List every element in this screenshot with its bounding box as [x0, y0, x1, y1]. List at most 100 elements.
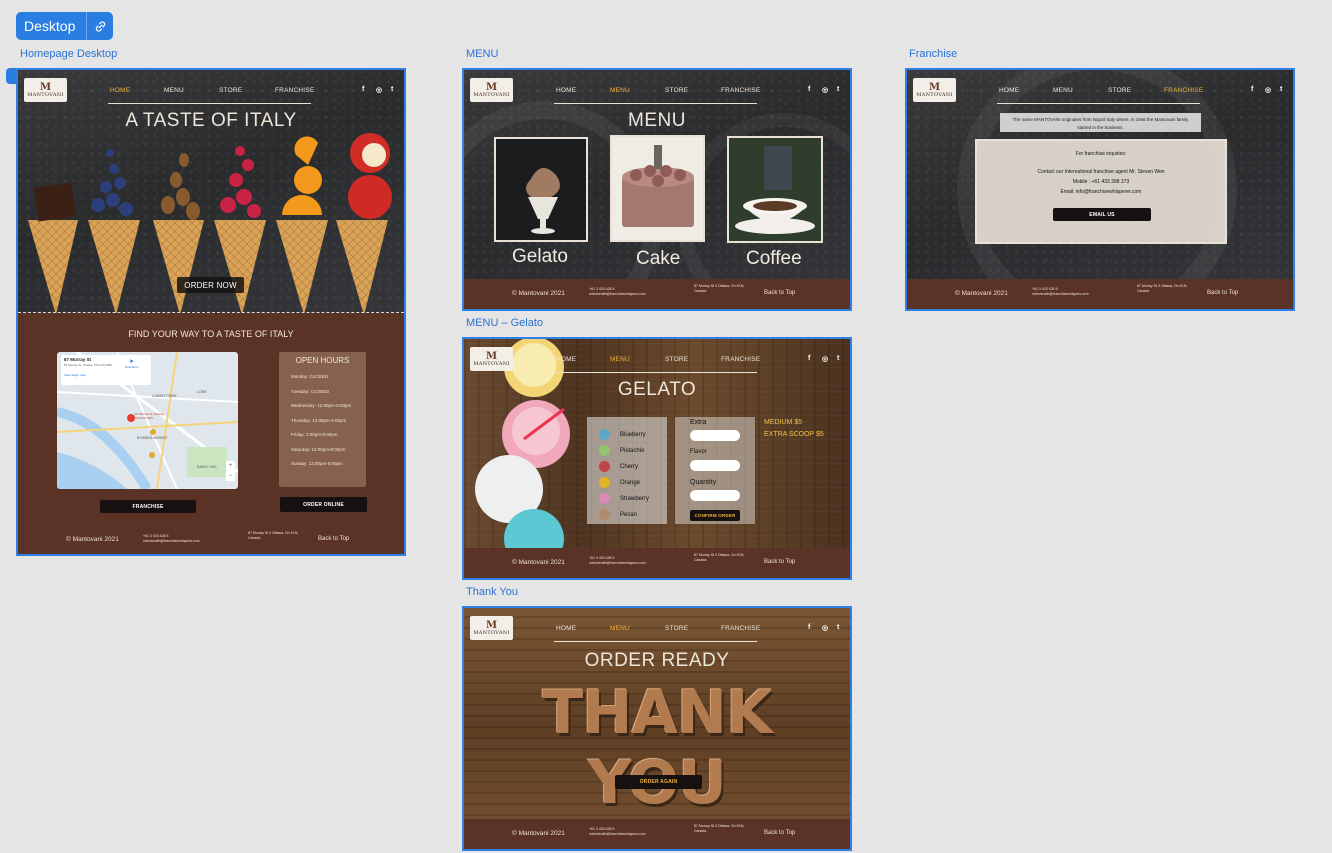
zoom-in-icon[interactable]: +: [229, 463, 233, 469]
frame-thankyou[interactable]: M MANTOVANI HOME MENU STORE FRANCHISE f ◎…: [462, 606, 852, 851]
franchise-contact-card: For franchise inquiries: Contact our Int…: [975, 139, 1227, 244]
quantity-input[interactable]: [690, 490, 740, 501]
footer-copyright: © Mantovani 2021: [66, 536, 119, 543]
site-logo[interactable]: M MANTOVANI: [470, 78, 513, 102]
facebook-icon[interactable]: f: [362, 86, 364, 93]
nav-store[interactable]: STORE: [219, 87, 242, 94]
google-map[interactable]: 87 Murray St 87 Murray St, Ottawa, ON K1…: [57, 352, 238, 489]
frame-label-menu[interactable]: MENU: [466, 48, 498, 60]
back-to-top-link[interactable]: Back to Top: [764, 559, 795, 565]
site-logo[interactable]: M MANTOVANI: [913, 78, 956, 102]
order-now-button[interactable]: ORDER NOW: [177, 277, 244, 293]
flavor-option[interactable]: Orange: [599, 477, 640, 488]
frame-homepage[interactable]: M MANTOVANI HOME MENU STORE FRANCHISE f ◎…: [16, 68, 406, 556]
twitter-icon[interactable]: t: [837, 86, 839, 93]
nav-home[interactable]: HOME: [999, 87, 1019, 94]
frame-label-franchise[interactable]: Franchise: [909, 48, 957, 60]
nav-store[interactable]: STORE: [665, 87, 688, 94]
flavor-option[interactable]: Strawberry: [599, 493, 649, 504]
flavor-option[interactable]: Pecan: [599, 509, 637, 520]
nav-home[interactable]: HOME: [556, 625, 576, 632]
coffee-card[interactable]: [727, 136, 823, 243]
instagram-icon[interactable]: ◎: [822, 624, 828, 632]
nav-home[interactable]: HOME: [556, 87, 576, 94]
frame-franchise[interactable]: M MANTOVANI HOME MENU STORE FRANCHISE f ◎…: [905, 68, 1295, 311]
back-to-top-link[interactable]: Back to Top: [764, 830, 795, 836]
facebook-icon[interactable]: f: [1251, 86, 1253, 93]
franchise-inquiries: For franchise inquiries:: [1075, 151, 1127, 157]
twitter-icon[interactable]: t: [391, 86, 393, 93]
twitter-icon[interactable]: t: [837, 624, 839, 631]
cake-image: [622, 145, 694, 227]
menu-item-gelato[interactable]: Gelato: [512, 246, 568, 268]
nav-store[interactable]: STORE: [665, 356, 688, 363]
hours-row: Wednesday: 12:00pm-6:00pm: [291, 403, 352, 408]
order-online-button[interactable]: ORDER ONLINE: [280, 497, 367, 512]
footer-address: 87 Murray St 3 Ottawa, On K1N, Canada: [248, 531, 299, 540]
flavor-input[interactable]: [690, 460, 740, 471]
email-us-button[interactable]: EMAIL US: [1053, 208, 1151, 221]
zoom-out-icon[interactable]: −: [229, 473, 233, 479]
flavor-option[interactable]: Blueberry: [599, 429, 646, 440]
nav-store[interactable]: STORE: [1108, 87, 1131, 94]
back-to-top-link[interactable]: Back to Top: [764, 290, 795, 296]
gelato-card[interactable]: [494, 137, 588, 242]
nav-home[interactable]: HOME: [556, 356, 576, 363]
nav-menu[interactable]: MENU: [610, 356, 630, 363]
flavor-option[interactable]: Cherry: [599, 461, 638, 472]
link-icon[interactable]: [87, 12, 113, 40]
frame-label-thankyou[interactable]: Thank You: [466, 586, 518, 598]
selection-handle[interactable]: [6, 68, 16, 84]
menu-item-cake[interactable]: Cake: [636, 248, 680, 270]
nav-franchise[interactable]: FRANCHISE: [721, 356, 760, 363]
twitter-icon[interactable]: t: [837, 355, 839, 362]
map-directions[interactable]: ➤ Directions: [125, 358, 138, 369]
site-logo[interactable]: M MANTOVANI: [470, 616, 513, 640]
map-zoom-controls[interactable]: + −: [226, 461, 235, 481]
hours-list: Monday: CLOSED Tuesday: CLOSED Wednesday: …: [291, 374, 351, 476]
device-badge[interactable]: Desktop: [16, 12, 113, 40]
facebook-icon[interactable]: f: [808, 624, 810, 631]
back-to-top-link[interactable]: Back to Top: [318, 536, 349, 542]
nav-menu[interactable]: MENU: [1053, 87, 1073, 94]
flavor-option[interactable]: Pistachio: [599, 445, 644, 456]
logo-mark: M: [39, 81, 52, 93]
instagram-icon[interactable]: ◎: [822, 355, 828, 363]
order-again-button[interactable]: ORDER AGAIN: [615, 775, 702, 789]
nav-franchise[interactable]: FRANCHISE: [721, 87, 760, 94]
instagram-icon[interactable]: ◎: [376, 86, 382, 94]
instagram-icon[interactable]: ◎: [822, 86, 828, 94]
cake-card[interactable]: [610, 135, 705, 242]
nav-franchise[interactable]: FRANCHISE: [1164, 87, 1203, 94]
frame-label-home[interactable]: Homepage Desktop: [20, 48, 117, 60]
menu-title: MENU: [628, 110, 686, 131]
menu-footer: © Mantovani 2021 +61 3 433 428 5 mrbohea…: [464, 279, 850, 309]
extra-input[interactable]: [690, 430, 740, 441]
frame-gelato[interactable]: M MANTOVANI HOME MENU STORE FRANCHISE f ◎…: [462, 337, 852, 580]
home-footer: © Mantovani 2021 +61 3 433 428 5 mrbohea…: [18, 516, 404, 554]
nav-franchise[interactable]: FRANCHISE: [275, 87, 314, 94]
franchise-button[interactable]: FRANCHISE: [100, 500, 196, 513]
menu-item-coffee[interactable]: Coffee: [746, 248, 802, 270]
facebook-icon[interactable]: f: [808, 355, 810, 362]
nav-franchise[interactable]: FRANCHISE: [721, 625, 760, 632]
footer-address: 87 Murray St 3 Ottawa, On K1N, Canada: [694, 284, 745, 293]
nav-store[interactable]: STORE: [665, 625, 688, 632]
frame-menu[interactable]: M MANTOVANI HOME MENU STORE FRANCHISE f ◎…: [462, 68, 852, 311]
facebook-icon[interactable]: f: [808, 86, 810, 93]
footer-contact: +61 3 433 428 5 mrbohealth@franchisewhis…: [143, 534, 200, 543]
instagram-icon[interactable]: ◎: [1265, 86, 1271, 94]
twitter-icon[interactable]: t: [1280, 86, 1282, 93]
logo-text: MANTOVANI: [916, 91, 953, 98]
confirm-order-button[interactable]: CONFIRM ORDER: [690, 510, 740, 521]
site-logo[interactable]: M MANTOVANI: [24, 78, 67, 102]
map-larger-link[interactable]: View larger map: [64, 373, 148, 377]
frame-label-gelato[interactable]: MENU – Gelato: [466, 317, 543, 329]
franchise-contact-line: Contact our International franchise agen…: [1037, 169, 1165, 175]
nav-menu[interactable]: MENU: [610, 625, 630, 632]
site-logo[interactable]: M MANTOVANI: [470, 347, 513, 371]
nav-menu[interactable]: MENU: [610, 87, 630, 94]
back-to-top-link[interactable]: Back to Top: [1207, 290, 1238, 296]
nav-home[interactable]: HOME: [110, 87, 130, 94]
nav-menu[interactable]: MENU: [164, 87, 184, 94]
